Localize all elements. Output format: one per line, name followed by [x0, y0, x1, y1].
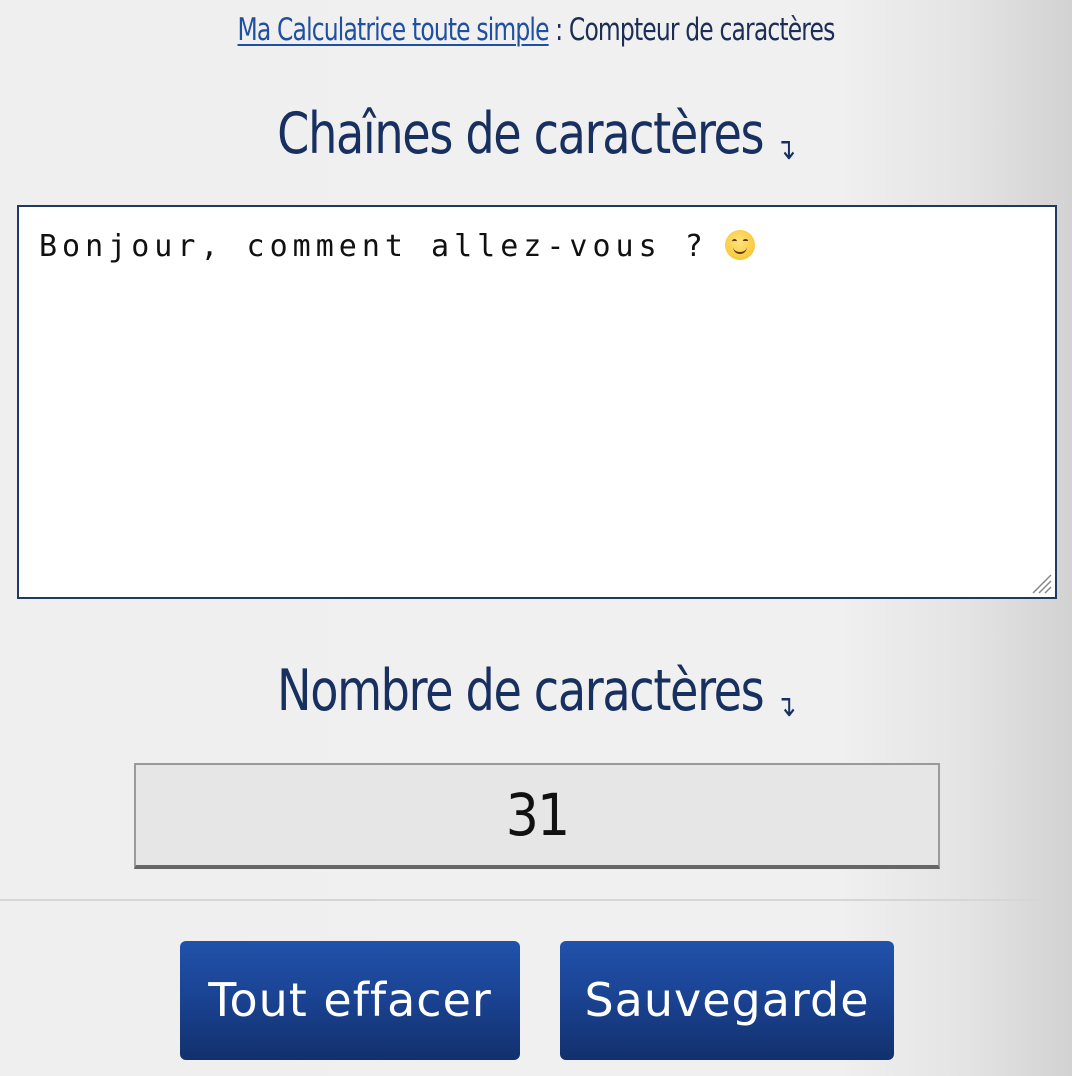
smiling-face-emoji-icon: [724, 230, 755, 260]
strings-title-text: Chaînes de caractères: [277, 101, 764, 167]
character-count-result: 31: [134, 763, 940, 869]
count-title-text: Nombre de caractères: [277, 658, 765, 724]
count-section-title: Nombre de caractères ↴: [54, 659, 1019, 739]
down-right-arrow-icon: ↴: [775, 689, 796, 724]
home-link[interactable]: Ma Calculatrice toute simple: [238, 12, 550, 48]
strings-section-title: Chaînes de caractères ↴: [54, 102, 1019, 182]
divider: [0, 899, 1040, 901]
string-input-textarea[interactable]: Bonjour, comment allez-vous ?: [17, 205, 1057, 599]
breadcrumb-current: Compteur de caractères: [568, 12, 835, 48]
breadcrumb: Ma Calculatrice toute simple : Compteur …: [86, 10, 986, 50]
clear-all-button[interactable]: Tout effacer: [180, 941, 520, 1060]
down-right-arrow-icon: ↴: [775, 132, 796, 167]
breadcrumb-separator: :: [548, 12, 569, 48]
string-input-text: Bonjour, comment allez-vous ?: [39, 229, 731, 264]
resize-grip-icon[interactable]: [1027, 569, 1053, 595]
save-button[interactable]: Sauvegarde: [560, 941, 894, 1060]
